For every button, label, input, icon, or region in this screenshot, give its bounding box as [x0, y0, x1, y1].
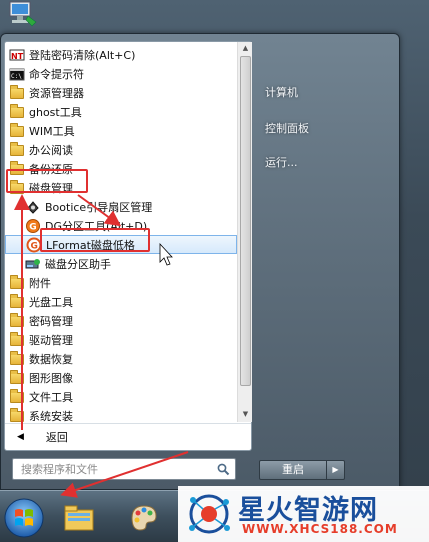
program-item[interactable]: 光盘工具	[5, 292, 237, 311]
folder-icon	[9, 389, 25, 405]
folder-icon	[9, 275, 25, 291]
program-item-label: 磁盘分区助手	[45, 257, 111, 271]
program-item-label: 密码管理	[29, 314, 73, 328]
restart-button[interactable]: 重启	[259, 460, 327, 480]
program-item-label: 系统安装	[29, 409, 73, 423]
cmd-icon: C:\	[9, 66, 25, 82]
nt-password-icon: NT	[9, 47, 25, 63]
program-item[interactable]: 图形图像	[5, 368, 237, 387]
program-item[interactable]: ghost工具	[5, 102, 237, 121]
program-item[interactable]: 数据恢复	[5, 349, 237, 368]
svg-text:C:\: C:\	[11, 73, 22, 80]
program-item-label: 数据恢复	[29, 352, 73, 366]
folder-icon	[9, 294, 25, 310]
folder-icon	[9, 370, 25, 386]
folder-icon	[9, 104, 25, 120]
program-item[interactable]: 文件工具	[5, 387, 237, 406]
watermark-url: WWW.XHCS188.COM	[242, 522, 398, 536]
folder-icon	[9, 142, 25, 158]
program-item-label: 附件	[29, 276, 51, 290]
program-item[interactable]: 资源管理器	[5, 83, 237, 102]
folder-icon	[9, 123, 25, 139]
program-item-label: ghost工具	[29, 105, 82, 119]
program-item-label: 办公阅读	[29, 143, 73, 157]
watermark-logo-icon	[189, 494, 230, 534]
program-item-label: 命令提示符	[29, 67, 84, 81]
start-menu: NT 登陆密码清除(Alt+C) C:\ 命令提示符资源管理器 ghost工具 WIM工具…	[0, 33, 400, 490]
scroll-down-arrow[interactable]: ▼	[238, 408, 253, 421]
program-item-label: 驱动管理	[29, 333, 73, 347]
program-list-scrollbar[interactable]: ▲ ▼	[237, 42, 252, 422]
folder-icon	[9, 85, 25, 101]
svg-text:NT: NT	[11, 52, 24, 61]
program-item-label: 文件工具	[29, 390, 73, 404]
annotation-box-lformat	[40, 228, 150, 252]
folder-icon	[9, 408, 25, 424]
right-link-computer[interactable]: 计算机	[265, 84, 298, 100]
program-item-label: WIM工具	[29, 124, 75, 138]
program-item[interactable]: NT 登陆密码清除(Alt+C)	[5, 45, 237, 64]
program-item[interactable]: 办公阅读	[5, 140, 237, 159]
right-link-run[interactable]: 运行...	[265, 154, 298, 170]
bootice-icon	[25, 199, 41, 215]
explorer-taskbar-icon[interactable]	[62, 500, 96, 534]
start-orb-icon[interactable]	[1, 495, 47, 541]
back-label: 返回	[45, 430, 68, 444]
program-item[interactable]: C:\ 命令提示符	[5, 64, 237, 83]
program-item[interactable]: 驱动管理	[5, 330, 237, 349]
folder-icon	[9, 332, 25, 348]
annotation-box-disk-management	[6, 169, 88, 193]
program-item-label: Bootice引导扇区管理	[45, 200, 153, 214]
paint-taskbar-icon[interactable]	[126, 500, 160, 534]
program-item[interactable]: WIM工具	[5, 121, 237, 140]
back-button[interactable]: ◀ 返回	[5, 423, 251, 449]
program-item[interactable]: 密码管理	[5, 311, 237, 330]
watermark: 星火智游网 WWW.XHCS188.COM	[178, 486, 429, 542]
scroll-thumb[interactable]	[240, 56, 251, 386]
svg-text:G: G	[31, 241, 38, 251]
program-item-label: 登陆密码清除(Alt+C)	[29, 48, 136, 62]
program-item[interactable]: Bootice引导扇区管理	[5, 197, 237, 216]
restart-options-arrow[interactable]: ▶	[327, 460, 345, 480]
program-item[interactable]: 附件	[5, 273, 237, 292]
search-placeholder: 搜索程序和文件	[21, 463, 98, 476]
right-link-control-panel[interactable]: 控制面板	[265, 120, 309, 136]
computer-desktop-icon[interactable]	[4, 0, 38, 30]
folder-icon	[9, 351, 25, 367]
diskgenius-icon: G	[25, 218, 41, 234]
program-item-label: 资源管理器	[29, 86, 84, 100]
program-item-label: 图形图像	[29, 371, 73, 385]
partition-assistant-icon	[25, 256, 41, 272]
program-item[interactable]: 磁盘分区助手	[5, 254, 237, 273]
search-input[interactable]: 搜索程序和文件	[12, 458, 236, 480]
folder-icon	[9, 313, 25, 329]
back-arrow-icon: ◀	[17, 431, 24, 442]
program-item-label: 光盘工具	[29, 295, 73, 309]
search-icon[interactable]	[217, 463, 230, 476]
svg-text:G: G	[29, 222, 36, 232]
scroll-up-arrow[interactable]: ▲	[238, 42, 253, 55]
